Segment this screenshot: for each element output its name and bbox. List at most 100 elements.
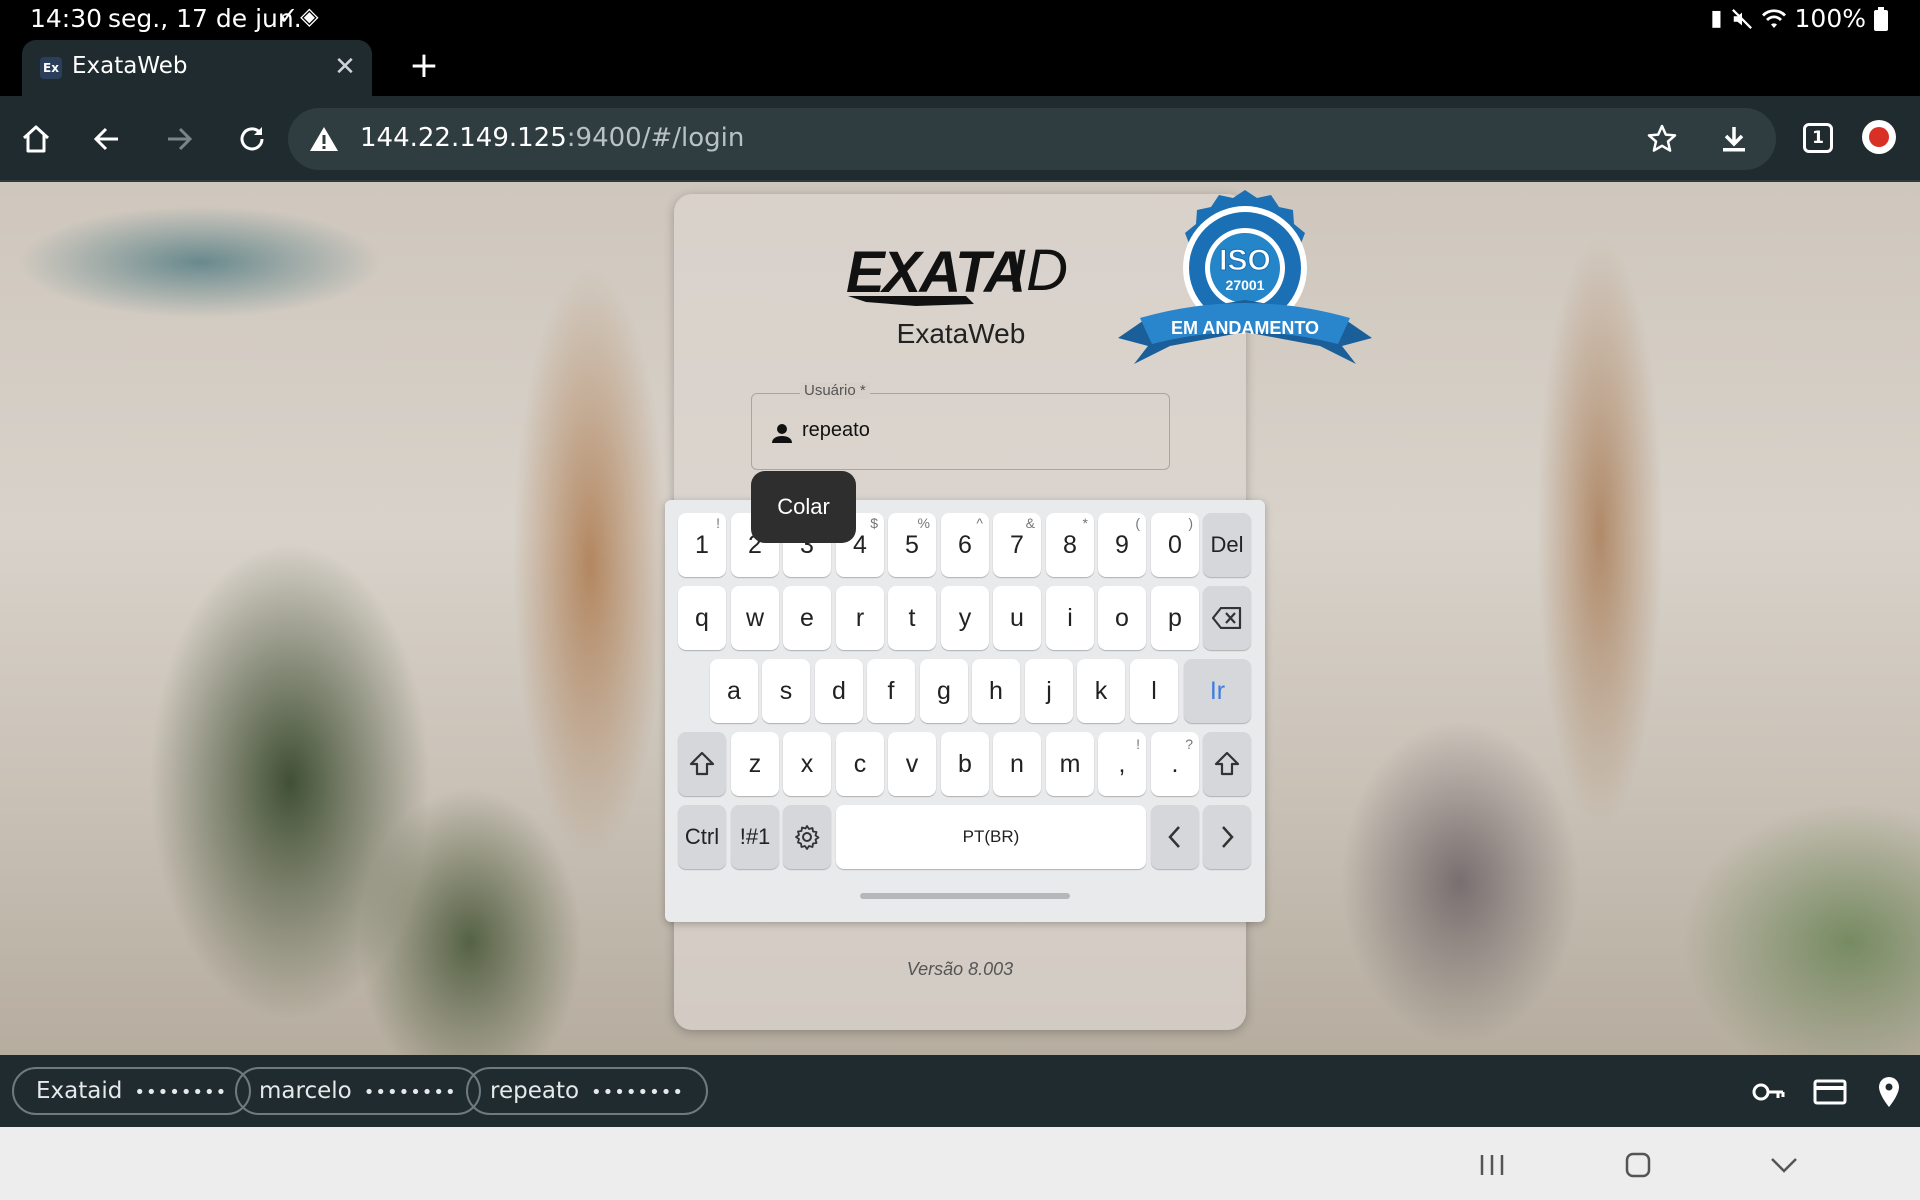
backspace-icon xyxy=(1211,606,1242,630)
notification-icons: ✓◈ xyxy=(278,2,321,30)
key-m[interactable]: m xyxy=(1046,732,1094,796)
key-w[interactable]: w xyxy=(731,586,779,650)
status-bar: 14:30 seg., 17 de jun. ✓◈ ▮ 100% xyxy=(0,0,1920,36)
tab-favicon: Ex xyxy=(40,57,62,79)
tab-switcher-button[interactable]: 1 xyxy=(1803,123,1833,153)
backspace-key[interactable] xyxy=(1203,586,1251,650)
key-s[interactable]: s xyxy=(762,659,810,723)
bookmark-star-icon[interactable] xyxy=(1646,123,1678,155)
key-5[interactable]: 5% xyxy=(888,513,936,577)
autofill-chip-repeato[interactable]: repeato •••••••• xyxy=(466,1067,708,1115)
key-t[interactable]: t xyxy=(888,586,936,650)
key-e[interactable]: e xyxy=(783,586,831,650)
key-n[interactable]: n xyxy=(993,732,1041,796)
app-name: ExataWeb xyxy=(896,318,1026,349)
key-v[interactable]: v xyxy=(888,732,936,796)
battery-icon xyxy=(1874,6,1888,31)
key-y[interactable]: y xyxy=(941,586,989,650)
key-r[interactable]: r xyxy=(836,586,884,650)
battery-saver-icon: ▮ xyxy=(1710,6,1723,31)
key-go[interactable]: Ir xyxy=(1184,659,1251,723)
key-d[interactable]: d xyxy=(815,659,863,723)
tab-title: ExataWeb xyxy=(72,53,188,79)
location-pin-icon[interactable] xyxy=(1872,1075,1906,1109)
key-1[interactable]: 1! xyxy=(678,513,726,577)
key-h[interactable]: h xyxy=(972,659,1020,723)
shift-left-key[interactable] xyxy=(678,732,726,796)
svg-text:ISO: ISO xyxy=(1219,244,1271,277)
credit-card-icon[interactable] xyxy=(1813,1075,1847,1109)
back-button[interactable] xyxy=(82,114,132,164)
diamond-icon: ◈ xyxy=(300,2,321,30)
key-u[interactable]: u xyxy=(993,586,1041,650)
back-arrow-icon xyxy=(93,127,118,151)
key-8[interactable]: 8 * xyxy=(1046,513,1094,577)
autofill-chip-marcelo[interactable]: marcelo •••••••• xyxy=(235,1067,481,1115)
key-x[interactable]: x xyxy=(783,732,831,796)
svg-text:27001: 27001 xyxy=(1226,277,1265,293)
cursor-left-key[interactable] xyxy=(1151,805,1199,869)
chevron-right-icon xyxy=(1222,826,1234,848)
key-g[interactable]: g xyxy=(920,659,968,723)
url-path: :9400/#/login xyxy=(566,123,745,153)
username-field[interactable]: Usuário * repeato xyxy=(751,382,1170,470)
paste-button[interactable]: Colar xyxy=(751,471,856,543)
address-bar[interactable]: 144.22.149.125:9400/#/login xyxy=(288,108,1776,170)
autofill-chip-exataid[interactable]: Exataid •••••••• xyxy=(12,1067,252,1115)
svg-text:EM ANDAMENTO: EM ANDAMENTO xyxy=(1171,318,1319,338)
shift-right-key[interactable] xyxy=(1203,732,1251,796)
shift-icon xyxy=(689,751,715,776)
key-b[interactable]: b xyxy=(941,732,989,796)
download-icon[interactable] xyxy=(1718,123,1750,155)
key-ctrl[interactable]: Ctrl xyxy=(678,805,726,869)
hide-keyboard-icon[interactable] xyxy=(1764,1145,1804,1185)
key-9[interactable]: 9( xyxy=(1098,513,1146,577)
forward-arrow-icon xyxy=(168,127,193,151)
url-text[interactable]: 144.22.149.125:9400/#/login xyxy=(360,123,744,153)
tab-bar: Ex ExataWeb ✕ + xyxy=(0,36,1920,96)
username-input[interactable]: repeato xyxy=(802,419,870,442)
key-f[interactable]: f xyxy=(867,659,915,723)
status-date: seg., 17 de jun. xyxy=(108,4,302,33)
forward-button[interactable] xyxy=(154,114,204,164)
cursor-right-key[interactable] xyxy=(1203,805,1251,869)
key-k[interactable]: k xyxy=(1077,659,1125,723)
key-comma[interactable]: ,! xyxy=(1098,732,1146,796)
key-0[interactable]: 0) xyxy=(1151,513,1199,577)
key-c[interactable]: c xyxy=(836,732,884,796)
key-symbols[interactable]: !#1 xyxy=(731,805,779,869)
reload-icon xyxy=(240,127,264,151)
key-period[interactable]: .? xyxy=(1151,732,1199,796)
key-7[interactable]: 7 & xyxy=(993,513,1041,577)
url-host: 144.22.149.125 xyxy=(360,123,567,153)
key-icon[interactable] xyxy=(1751,1075,1785,1109)
close-tab-icon[interactable]: ✕ xyxy=(328,50,362,84)
profile-update-icon[interactable] xyxy=(1862,120,1896,154)
warning-icon[interactable] xyxy=(308,123,340,155)
reload-button[interactable] xyxy=(227,114,277,164)
system-nav-bar xyxy=(0,1127,1920,1200)
chevron-left-icon xyxy=(1168,826,1180,848)
key-z[interactable]: z xyxy=(731,732,779,796)
wifi-icon xyxy=(1761,8,1786,28)
new-tab-button[interactable]: + xyxy=(402,44,446,88)
key-del[interactable]: Del xyxy=(1203,513,1251,577)
home-nav-icon[interactable] xyxy=(1618,1145,1658,1185)
home-button[interactable] xyxy=(11,114,61,164)
tab-exataweb[interactable]: Ex ExataWeb ✕ xyxy=(22,40,372,96)
key-i[interactable]: i xyxy=(1046,586,1094,650)
key-6[interactable]: 6 ^ xyxy=(941,513,989,577)
keyboard-settings-key[interactable] xyxy=(783,805,831,869)
key-a[interactable]: a xyxy=(710,659,758,723)
key-p[interactable]: p xyxy=(1151,586,1199,650)
key-j[interactable]: j xyxy=(1025,659,1073,723)
recent-apps-icon[interactable] xyxy=(1472,1145,1512,1185)
person-icon xyxy=(772,424,792,443)
exataid-logo: EXATA ID xyxy=(846,238,1068,306)
space-key[interactable]: PT(BR) xyxy=(836,805,1146,869)
key-q[interactable]: q xyxy=(678,586,726,650)
shift-icon xyxy=(1214,751,1240,776)
status-time: 14:30 xyxy=(30,4,103,33)
key-o[interactable]: o xyxy=(1098,586,1146,650)
keyboard-drag-handle[interactable] xyxy=(860,893,1070,899)
